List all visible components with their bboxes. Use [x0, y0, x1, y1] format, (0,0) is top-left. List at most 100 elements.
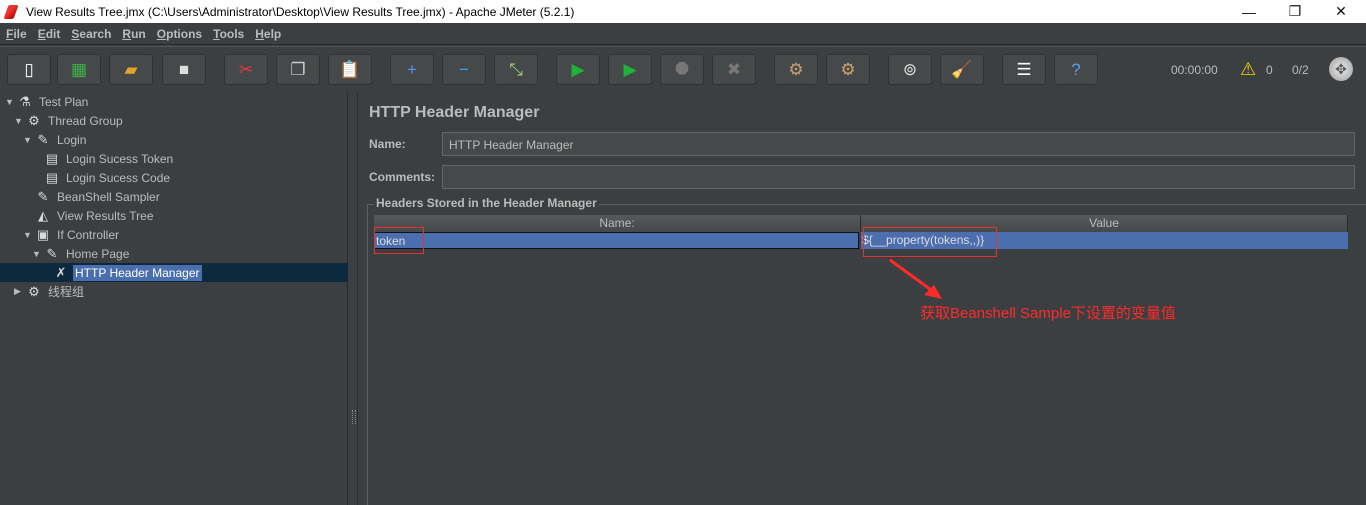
minus-icon: − [459, 59, 469, 79]
pipette-icon: ✎ [37, 131, 49, 147]
menu-run[interactable]: Run [122, 27, 145, 41]
expand-toggle-icon[interactable]: ▼ [14, 116, 24, 126]
tree-node-label: Login [57, 132, 87, 147]
pipette-icon: ✎ [46, 245, 58, 261]
tree-node[interactable]: ▼ ✎ Login [23, 130, 88, 149]
help-book-icon: ? [1071, 59, 1081, 79]
header-manager-panel: HTTP Header Manager Name: HTTP Header Ma… [358, 92, 1366, 505]
elapsed-timer: 00:00:00 [1171, 63, 1218, 77]
tree-node[interactable]: ✎ BeanShell Sampler [23, 187, 162, 206]
menu-search[interactable]: Search [71, 27, 111, 41]
tree-node-label: Thread Group [48, 113, 123, 128]
shutdown-button[interactable]: ✖ [712, 54, 756, 85]
menu-file[interactable]: File [6, 27, 27, 41]
clear-all-icon: ⚙ [840, 59, 856, 79]
clear-all-button[interactable]: ⚙ [826, 54, 870, 85]
annotation-text: 获取Beanshell Sample下设置的变量值 [920, 305, 1176, 322]
close-button[interactable]: ✕ [1318, 0, 1364, 23]
column-header-name[interactable]: Name: [374, 215, 861, 232]
tree-node-label: Home Page [66, 246, 130, 261]
tree-node[interactable]: ◭ View Results Tree [23, 206, 156, 225]
copy-button[interactable]: ❐ [276, 54, 320, 85]
remote-engines-icon[interactable]: ✥ [1329, 57, 1353, 81]
shutdown-icon: ✖ [726, 59, 742, 79]
pipette-icon: ✎ [37, 188, 49, 204]
tree-node[interactable]: ▼ ✎ Home Page [32, 244, 131, 263]
start-button[interactable]: ▶ [556, 54, 600, 85]
table-header: Name: Value [374, 215, 1348, 232]
minimize-button[interactable]: — [1226, 0, 1272, 23]
comments-field[interactable] [442, 165, 1355, 189]
menu-edit[interactable]: Edit [38, 27, 61, 41]
folder-icon: ▰ [124, 59, 138, 79]
paste-button[interactable]: 📋 [328, 54, 372, 85]
plus-icon: + [407, 59, 417, 79]
tree-node[interactable]: ▤ Login Sucess Code [32, 168, 172, 187]
title-bar: View Results Tree.jmx (C:\Users\Administ… [0, 0, 1366, 23]
comments-label: Comments: [369, 170, 436, 184]
reset-search-button[interactable]: 🧹 [940, 54, 984, 85]
header-name-cell[interactable]: token [374, 232, 859, 249]
floppy-icon: ■ [178, 59, 190, 79]
tree-node[interactable]: ▼ ⚗ Test Plan [5, 92, 90, 111]
expand-toggle-icon[interactable]: ▶ [14, 286, 24, 297]
tree-node-label: 线程组 [48, 285, 85, 299]
new-file-icon: ▯ [24, 59, 34, 79]
list-icon: ☰ [1016, 59, 1032, 79]
assertion-doc-icon: ▤ [45, 150, 59, 166]
warning-icon[interactable]: ⚠ [1240, 59, 1256, 80]
clear-button[interactable]: ⚙ [774, 54, 818, 85]
gear-icon: ⚙ [28, 283, 40, 299]
panel-title: HTTP Header Manager [369, 104, 540, 121]
play-no-timer-icon: ▶ [623, 59, 637, 79]
stop-button[interactable]: ⯃ [660, 54, 704, 85]
jmeter-logo-icon [3, 4, 19, 19]
table-row[interactable]: token ${__property(tokens,,)} [374, 232, 1348, 249]
copy-icon: ❐ [290, 59, 306, 79]
menu-options[interactable]: Options [157, 27, 202, 41]
highlight-box-name [374, 227, 424, 254]
expand-toggle-icon[interactable]: ▼ [32, 249, 42, 259]
start-no-pause-button[interactable]: ▶ [608, 54, 652, 85]
highlight-box-value [863, 227, 997, 257]
wrench-icon: ✗ [55, 264, 67, 280]
expand-button[interactable]: + [390, 54, 434, 85]
test-plan-tree: ▼ ⚗ Test Plan ▼ ⚙ Thread Group ▼ ✎ Login ▤ Login S… [0, 92, 348, 505]
templates-icon: ▦ [70, 59, 88, 79]
split-pane-divider[interactable] [349, 92, 358, 505]
annotation-arrow-icon [889, 258, 942, 299]
function-helper-button[interactable]: ☰ [1002, 54, 1046, 85]
binoculars-icon: ⊚ [902, 59, 918, 79]
open-button[interactable]: ▰ [109, 54, 153, 85]
stop-icon: ⯃ [675, 59, 689, 79]
menu-help[interactable]: Help [255, 27, 281, 41]
restore-button[interactable]: ❐ [1272, 0, 1318, 23]
name-field[interactable]: HTTP Header Manager [442, 132, 1355, 156]
cut-button[interactable]: ✂ [224, 54, 268, 85]
new-button[interactable]: ▯ [7, 54, 51, 85]
name-label: Name: [369, 137, 406, 151]
tree-node-label: Login Sucess Token [66, 151, 174, 166]
warning-count: 0 [1266, 63, 1273, 77]
save-button[interactable]: ■ [162, 54, 206, 85]
expand-toggle-icon[interactable]: ▼ [23, 230, 33, 240]
help-button[interactable]: ? [1054, 54, 1098, 85]
broom-icon: 🧹 [951, 59, 973, 79]
collapse-button[interactable]: − [442, 54, 486, 85]
search-button[interactable]: ⊚ [888, 54, 932, 85]
tree-node-label: View Results Tree [57, 208, 154, 223]
tree-node[interactable]: ▤ Login Sucess Token [32, 149, 175, 168]
gear-icon: ⚙ [28, 112, 40, 128]
menu-tools[interactable]: Tools [213, 27, 244, 41]
expand-toggle-icon[interactable]: ▼ [23, 135, 33, 145]
clear-gear-icon: ⚙ [788, 59, 804, 79]
tree-node[interactable]: ✗ HTTP Header Manager [41, 263, 202, 282]
expand-toggle-icon[interactable]: ▼ [5, 97, 15, 107]
toggle-button[interactable]: ⤡ [494, 54, 538, 85]
tree-node[interactable]: ▶ ⚙ 线程组 [14, 282, 86, 301]
tree-node[interactable]: ▼ ▣ If Controller [23, 225, 121, 244]
templates-button[interactable]: ▦ [57, 54, 101, 85]
tree-node-label: If Controller [57, 227, 120, 242]
divider-grip-icon[interactable] [352, 410, 356, 424]
tree-node[interactable]: ▼ ⚙ Thread Group [14, 111, 125, 130]
